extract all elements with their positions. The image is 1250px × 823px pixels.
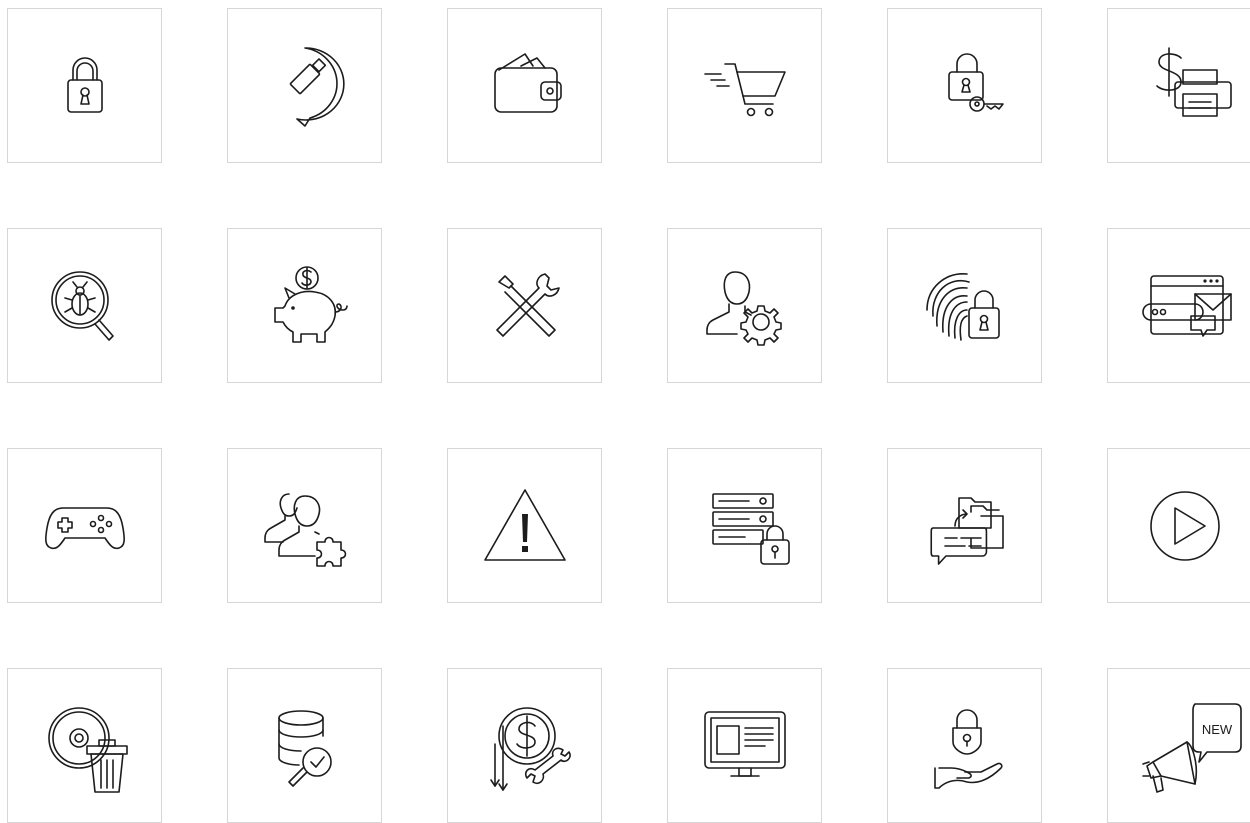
icon-tile[interactable] bbox=[7, 448, 162, 603]
icon-tile[interactable] bbox=[227, 448, 382, 603]
icon-tile[interactable] bbox=[887, 448, 1042, 603]
usb-chat-icon bbox=[255, 36, 355, 136]
folders-chat-icon bbox=[915, 476, 1015, 576]
icon-tile[interactable] bbox=[7, 668, 162, 823]
gamepad-icon bbox=[35, 476, 135, 576]
users-puzzle-icon bbox=[255, 476, 355, 576]
icon-tile[interactable] bbox=[667, 8, 822, 163]
icon-tile[interactable] bbox=[227, 228, 382, 383]
dollar-printer-icon bbox=[1135, 36, 1235, 136]
piggy-bank-icon bbox=[255, 256, 355, 356]
icon-tile[interactable] bbox=[447, 8, 602, 163]
user-settings-icon bbox=[695, 256, 795, 356]
bug-search-icon bbox=[35, 256, 135, 356]
shopping-cart-icon bbox=[695, 36, 795, 136]
icon-tile[interactable] bbox=[887, 228, 1042, 383]
wallet-icon bbox=[475, 36, 575, 136]
server-lock-icon bbox=[695, 476, 795, 576]
padlock-icon bbox=[35, 36, 135, 136]
monitor-icon bbox=[695, 696, 795, 796]
icon-tile[interactable] bbox=[1107, 8, 1250, 163]
icon-tile[interactable] bbox=[1107, 448, 1250, 603]
tools-icon bbox=[475, 256, 575, 356]
disc-trash-icon bbox=[35, 696, 135, 796]
fingerprint-lock-icon bbox=[915, 256, 1015, 356]
megaphone-new-icon: NEW bbox=[1135, 696, 1235, 796]
hand-lock-icon bbox=[915, 696, 1015, 796]
icon-tile[interactable] bbox=[7, 8, 162, 163]
browser-mail-icon bbox=[1135, 256, 1235, 356]
icon-tile[interactable] bbox=[667, 228, 822, 383]
icon-tile[interactable] bbox=[1107, 228, 1250, 383]
dollar-wrench-icon bbox=[475, 696, 575, 796]
icon-tile[interactable] bbox=[667, 668, 822, 823]
lock-key-icon bbox=[915, 36, 1015, 136]
icon-tile[interactable] bbox=[447, 668, 602, 823]
icon-tile[interactable] bbox=[227, 8, 382, 163]
icon-tile[interactable] bbox=[447, 228, 602, 383]
icon-tile[interactable] bbox=[667, 448, 822, 603]
new-badge-text: NEW bbox=[1201, 722, 1232, 737]
database-search-icon bbox=[255, 696, 355, 796]
icon-tile[interactable] bbox=[887, 8, 1042, 163]
icon-tile[interactable]: NEW bbox=[1107, 668, 1250, 823]
icon-tile[interactable] bbox=[447, 448, 602, 603]
warning-icon bbox=[475, 476, 575, 576]
icon-tile[interactable] bbox=[887, 668, 1042, 823]
icon-tile[interactable] bbox=[7, 228, 162, 383]
play-icon bbox=[1135, 476, 1235, 576]
icon-tile[interactable] bbox=[227, 668, 382, 823]
